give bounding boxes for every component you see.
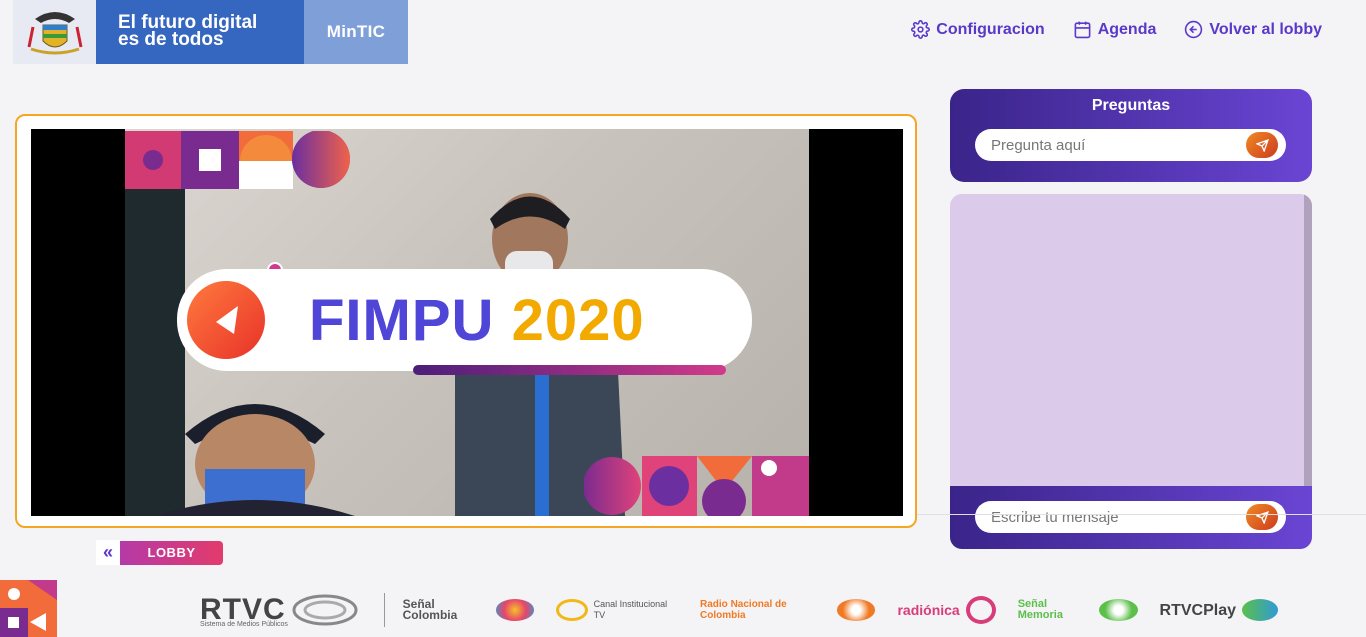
swirl-icon [495, 599, 535, 621]
video-frame: FIMPU 2020 [15, 114, 917, 528]
nav-volver-lobby[interactable]: Volver al lobby [1184, 20, 1322, 39]
person-seated [155, 404, 355, 516]
senal-colombia-logo-text: Señal Colombia [402, 597, 458, 622]
swirl-icon [836, 599, 876, 621]
senal-memoria-logo-text: Señal Memoria [1017, 598, 1063, 621]
radio-nacional-logo: Radio Nacional de Colombia [700, 599, 876, 621]
ring-icon [965, 596, 996, 624]
canal-institucional-logo-text: Canal Institucional TV [593, 599, 668, 620]
nav-volver-lobby-label: Volver al lobby [1209, 20, 1322, 38]
divider [917, 514, 1366, 515]
rtvc-logo-subtitle: Sistema de Medios Públicos [200, 621, 288, 628]
page: El futuro digital es de todos MinTIC Con… [0, 0, 1366, 637]
questions-panel: Preguntas [950, 89, 1312, 182]
canal-institucional-logo: Canal Institucional TV [556, 599, 678, 621]
title-underline [413, 365, 726, 375]
senal-colombia-logo: Señal Colombia [402, 597, 535, 622]
top-nav: Configuracion Agenda Volver al lobby [911, 20, 1322, 39]
chat-panel [950, 194, 1312, 549]
questions-title: Preguntas [1091, 97, 1171, 114]
fimpu-title-card: FIMPU 2020 [177, 269, 752, 371]
colombia-crest-logo [13, 0, 96, 64]
rtvc-logo: RTVC Sistema de Medios Públicos [200, 593, 358, 628]
nav-configuracion-label: Configuracion [936, 20, 1045, 38]
radionica-logo: radiónica [897, 596, 996, 624]
swirl-icon [1098, 599, 1138, 621]
arrow-left-circle-icon [1185, 20, 1203, 39]
question-input-wrapper [975, 129, 1286, 161]
video-player[interactable]: FIMPU 2020 [31, 129, 903, 516]
rtvcplay-logo: RTVCPlay [1159, 599, 1279, 621]
senal-memoria-logo: Señal Memoria [1018, 599, 1138, 621]
lobby-button[interactable]: « LOBBY [96, 540, 223, 565]
radio-nacional-logo-text: Radio Nacional de Colombia [700, 599, 787, 621]
chat-footer [950, 486, 1312, 549]
corner-decoration [0, 580, 57, 637]
rtvc-swirl-icon [292, 594, 358, 626]
ring-icon [556, 599, 588, 621]
brand-slogan: El futuro digital es de todos [96, 0, 304, 64]
gear-icon [911, 20, 931, 39]
decorative-shapes-top [125, 131, 350, 189]
radionica-logo-text: radiónica [897, 601, 960, 618]
send-icon [1255, 510, 1269, 524]
calendar-icon [1074, 21, 1091, 39]
double-chevron-left-icon: « [96, 540, 120, 565]
fimpu-title-main: FIMPU [309, 287, 495, 353]
logo-separator [383, 593, 385, 627]
fimpu-title-year: 2020 [511, 287, 645, 353]
nav-agenda-label: Agenda [1097, 20, 1157, 38]
brand-banner: El futuro digital es de todos MinTIC [13, 0, 408, 64]
footer-logos: RTVC Sistema de Medios Públicos Señal Co… [200, 590, 1300, 630]
fimpu-title: FIMPU 2020 [309, 287, 645, 354]
nav-configuracion[interactable]: Configuracion [911, 20, 1045, 39]
lobby-button-label: LOBBY [120, 540, 223, 565]
question-input[interactable] [991, 136, 1241, 154]
mintic-logo: MinTIC [304, 0, 408, 64]
play-icon [1242, 599, 1279, 621]
send-message-button[interactable] [1246, 504, 1278, 530]
brand-slogan-line2: es de todos [118, 29, 224, 50]
chat-scrollbar[interactable] [1304, 194, 1312, 486]
decorative-shapes-bottom [584, 456, 809, 516]
video-frame-image: FIMPU 2020 [125, 129, 809, 516]
send-icon [1255, 138, 1269, 152]
rtvcplay-logo-text: RTVCPlay [1159, 601, 1237, 619]
fimpu-logo-icon [187, 281, 265, 359]
chat-scrollbar-thumb[interactable] [1304, 194, 1312, 486]
send-question-button[interactable] [1246, 132, 1278, 158]
chat-input-wrapper [975, 501, 1286, 533]
chat-message-input[interactable] [991, 508, 1241, 526]
nav-agenda[interactable]: Agenda [1073, 20, 1157, 39]
